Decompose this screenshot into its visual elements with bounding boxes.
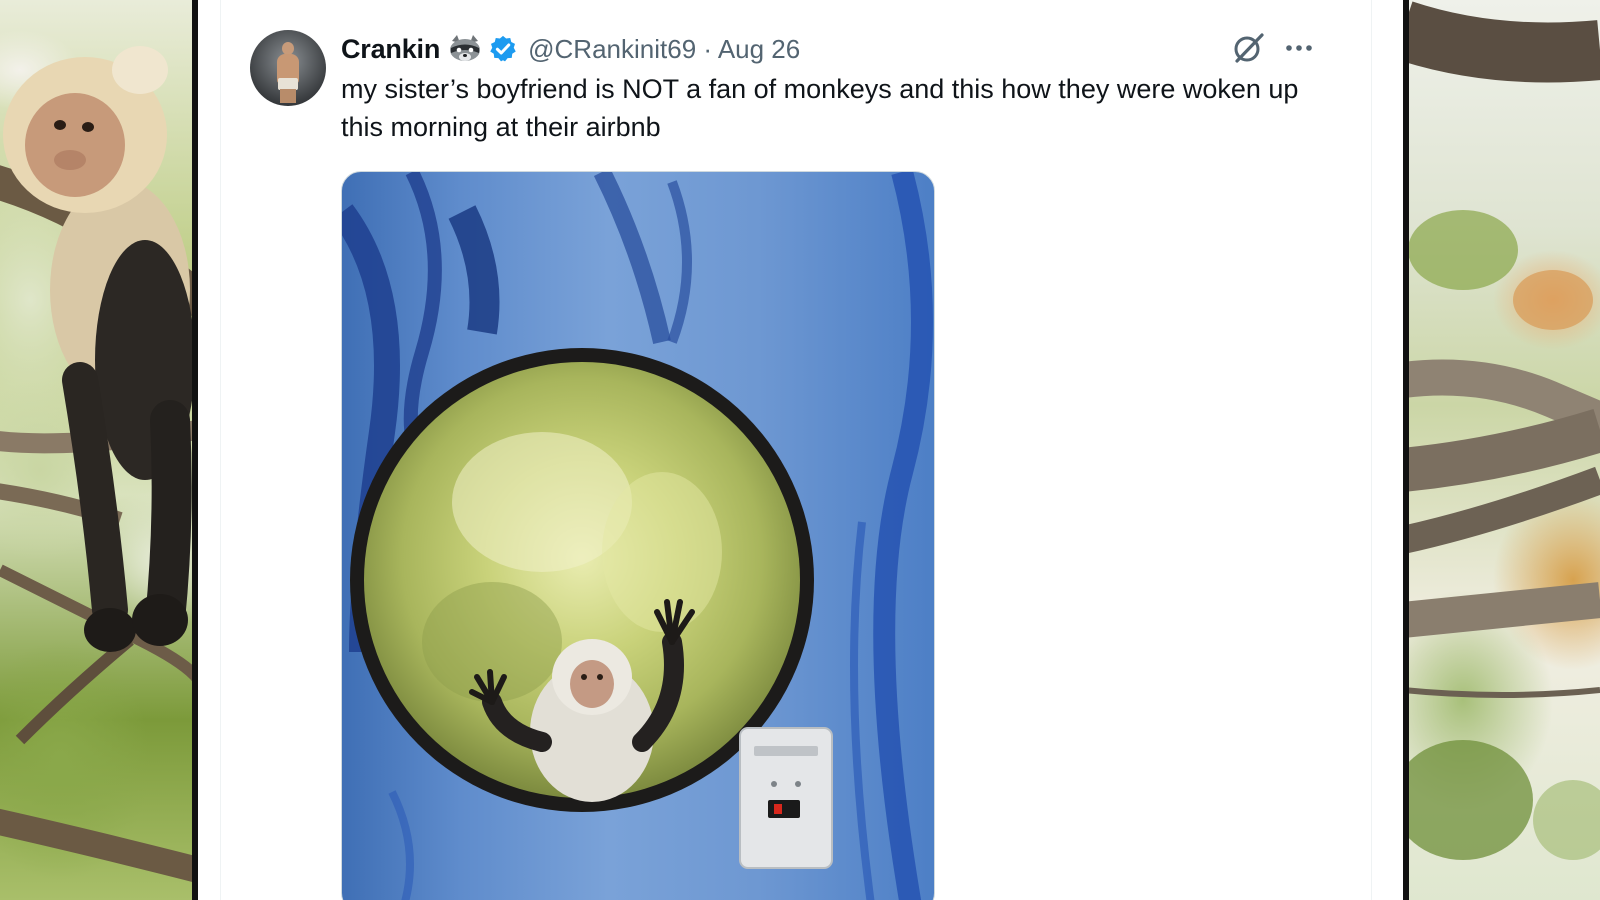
tweet-text: my sister’s boyfriend is NOT a fan of mo… <box>341 74 1299 142</box>
card-border-right <box>1371 0 1372 900</box>
monkey-at-window-illustration <box>342 172 933 900</box>
screenshot-stage: Crankin @CRankinit69 · Aug 26 my sister’… <box>0 0 1600 900</box>
more-options-icon[interactable] <box>1284 36 1314 60</box>
avatar-figure-legs <box>280 89 296 103</box>
tweet-card[interactable]: Crankin @CRankinit69 · Aug 26 my sister’… <box>198 0 1403 900</box>
display-name[interactable]: Crankin <box>341 34 440 65</box>
tweet-header: Crankin @CRankinit69 · Aug 26 <box>341 32 800 66</box>
avatar[interactable] <box>250 30 326 106</box>
branches-illustration <box>1403 1 1600 860</box>
grok-icon[interactable] <box>1232 31 1266 65</box>
right-background-photo <box>1403 0 1600 900</box>
raccoon-icon <box>448 35 482 63</box>
monkey-on-branch-illustration <box>0 46 198 883</box>
card-border-left <box>220 0 221 900</box>
tweet-media-photo[interactable] <box>341 171 935 900</box>
verified-badge-icon[interactable] <box>488 34 518 64</box>
left-background-photo <box>0 0 198 900</box>
handle-and-date[interactable]: @CRankinit69 · Aug 26 <box>528 34 800 65</box>
right-panel-divider <box>1403 0 1409 900</box>
